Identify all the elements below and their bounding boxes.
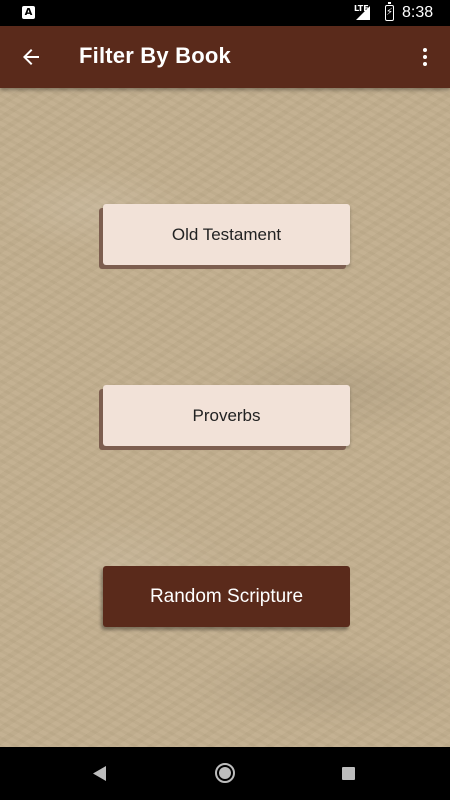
app-bar: Filter By Book	[0, 26, 450, 88]
old-testament-button[interactable]: Old Testament	[103, 204, 350, 265]
overflow-menu-button[interactable]	[410, 40, 440, 74]
battery-charging-icon: ⚡	[385, 2, 394, 21]
page-title: Filter By Book	[79, 43, 231, 68]
status-time: 8:38	[402, 4, 434, 21]
overflow-dot	[423, 62, 427, 66]
notification-a-icon: A	[22, 6, 35, 19]
home-circle-icon[interactable]	[215, 763, 235, 783]
proverbs-button[interactable]: Proverbs	[103, 385, 350, 446]
arrow-back-icon	[23, 49, 39, 65]
back-triangle-icon[interactable]	[93, 766, 107, 781]
signal-icon	[356, 6, 370, 20]
back-button[interactable]	[14, 40, 48, 74]
navigation-bar	[0, 747, 450, 800]
proverbs-label: Proverbs	[192, 405, 261, 425]
status-bar: A LTE ⚡ 8:38	[0, 0, 450, 26]
random-scripture-label: Random Scripture	[149, 585, 304, 607]
random-scripture-button[interactable]: Random Scripture	[103, 566, 350, 627]
overflow-dot	[423, 55, 427, 59]
recents-square-icon[interactable]	[342, 767, 355, 780]
overflow-menu-icon	[423, 48, 427, 52]
old-testament-label: Old Testament	[171, 224, 282, 244]
content-area: Old Testament Proverbs Random Scripture	[0, 88, 450, 747]
